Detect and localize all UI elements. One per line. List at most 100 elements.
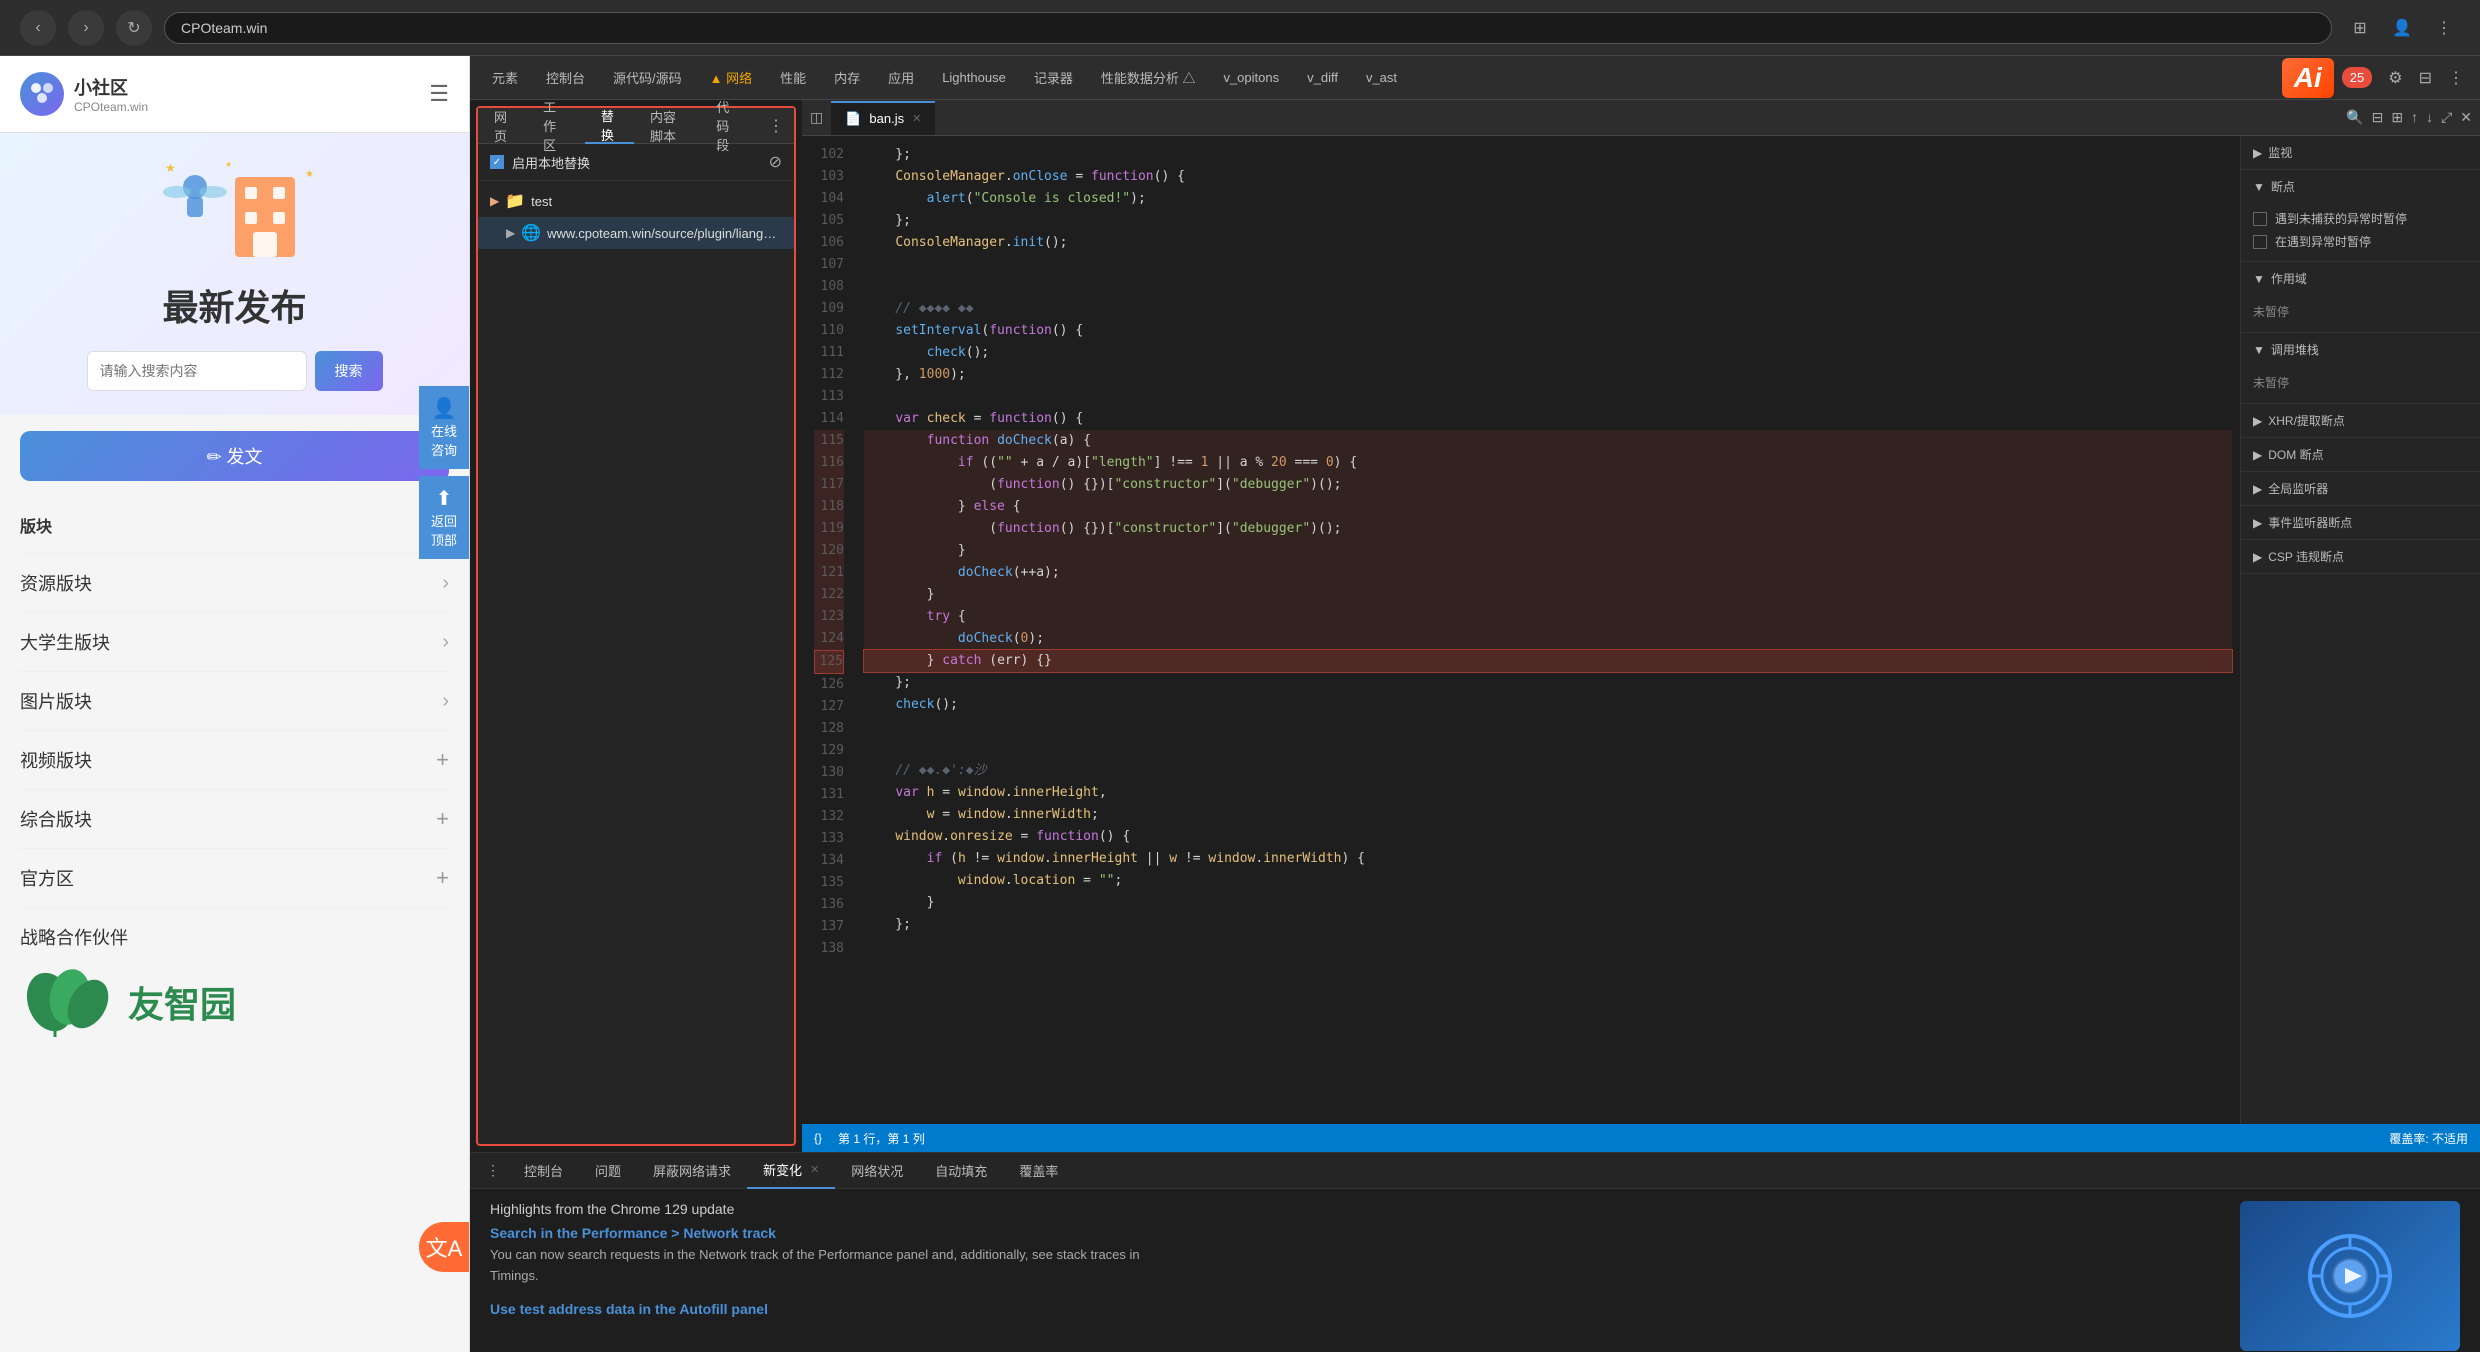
- search-performance-text: Search in the Performance > Network trac…: [490, 1225, 776, 1241]
- search-button[interactable]: 搜索: [315, 351, 383, 391]
- editor-tab-label: ban.js: [869, 111, 904, 126]
- tab-issues[interactable]: 问题: [579, 1153, 637, 1189]
- tab-lighthouse[interactable]: Lighthouse: [928, 60, 1020, 96]
- devtools-panel: 元素 控制台 源代码/源码 ▲ 网络 性能 内存 应用 Lighthouse 记…: [470, 56, 2480, 1352]
- tree-folder-label: test: [531, 194, 552, 209]
- close-icon[interactable]: ✕: [2460, 109, 2472, 126]
- tree-folder-test[interactable]: ▶ 📁 test: [478, 185, 794, 217]
- nav-item-label: 大学生版块: [20, 629, 110, 655]
- extension-btn[interactable]: ⊞: [2344, 12, 2376, 44]
- split-right-icon[interactable]: ⊞: [2391, 109, 2403, 126]
- back-button[interactable]: ‹: [20, 10, 56, 46]
- callstack-header[interactable]: ▼ 调用堆栈: [2241, 333, 2480, 366]
- tab-v-options[interactable]: v_opitons: [1209, 60, 1293, 96]
- scope-label: 作用域: [2271, 270, 2307, 287]
- nav-item-college[interactable]: 大学生版块 ›: [20, 613, 449, 672]
- hamburger-menu[interactable]: ☰: [429, 81, 449, 107]
- tab-elements[interactable]: 元素: [478, 60, 532, 96]
- tab-network-conditions[interactable]: 网络状况: [835, 1153, 919, 1189]
- scope-header[interactable]: ▼ 作用域: [2241, 262, 2480, 295]
- forward-button[interactable]: ›: [68, 10, 104, 46]
- split-left-icon[interactable]: ⊟: [2372, 109, 2384, 126]
- search-code-icon[interactable]: 🔍: [2346, 109, 2363, 126]
- code-line: }: [864, 540, 2232, 562]
- tab-source[interactable]: 源代码/源码: [599, 60, 696, 96]
- site-logo: 小社区 CPOteam.win: [20, 72, 148, 116]
- tab-network[interactable]: ▲ 网络: [696, 60, 766, 96]
- nav-item-misc[interactable]: 综合版块 +: [20, 790, 449, 849]
- code-line: // ◆◆◆◆ ◆◆: [864, 298, 2232, 320]
- partner-logo: 友智园: [20, 962, 449, 1042]
- scope-section: ▼ 作用域 未暂停: [2241, 262, 2480, 333]
- tab-console[interactable]: 控制台: [532, 60, 599, 96]
- xhr-header[interactable]: ▶ XHR/提取断点: [2241, 404, 2480, 437]
- exception-checkbox[interactable]: [2253, 235, 2267, 249]
- tab-changes-close[interactable]: ✕: [810, 1163, 819, 1176]
- tab-autofill[interactable]: 自动填充: [919, 1153, 1003, 1189]
- bottom-tabs: ⋮ 控制台 问题 屏蔽网络请求 新变化 ✕ 网络状况 自动填充 覆盖率: [470, 1153, 2480, 1189]
- more-tools-icon[interactable]: ⋮: [2440, 68, 2472, 88]
- nav-item-label: 图片版块: [20, 688, 92, 714]
- editor-tab-banjs[interactable]: 📄 ban.js ✕: [831, 101, 935, 135]
- nav-item-bankai[interactable]: 版块: [20, 497, 449, 554]
- tab-v-diff[interactable]: v_diff: [1293, 60, 1352, 96]
- nav-item-official[interactable]: 官方区 +: [20, 849, 449, 908]
- tab-recorder[interactable]: 记录器: [1020, 60, 1087, 96]
- tab-performance-insights[interactable]: 性能数据分析 △: [1087, 60, 1210, 96]
- ai-badge[interactable]: Ai: [2282, 58, 2334, 98]
- translate-btn[interactable]: 文A: [419, 1222, 469, 1272]
- tab-content-script[interactable]: 内容脚本: [634, 108, 700, 144]
- tab-replace[interactable]: 替换: [585, 108, 634, 144]
- tab-block-requests[interactable]: 屏蔽网络请求: [637, 1153, 747, 1189]
- tab-application[interactable]: 应用: [874, 60, 928, 96]
- code-line: [864, 386, 2232, 408]
- global-listeners-header[interactable]: ▶ 全局监听器: [2241, 472, 2480, 505]
- tab-changes[interactable]: 新变化 ✕: [747, 1153, 835, 1189]
- csp-header[interactable]: ▶ CSP 违规断点: [2241, 540, 2480, 573]
- tab-snippet[interactable]: 代码段: [700, 108, 758, 144]
- tab-performance[interactable]: 性能: [766, 60, 820, 96]
- autofill-link[interactable]: Use test address data in the Autofill pa…: [490, 1301, 2460, 1317]
- nav-item-resource[interactable]: 资源版块 ›: [20, 554, 449, 613]
- url-bar[interactable]: CPOteam.win: [164, 12, 2332, 44]
- source-more-btn[interactable]: ⋮: [758, 116, 794, 136]
- local-replace-checkbox[interactable]: ✓: [490, 155, 504, 169]
- editor-tab-close[interactable]: ✕: [912, 112, 921, 125]
- code-line: ConsoleManager.onClose = function() {: [864, 166, 2232, 188]
- settings-icon[interactable]: ⚙: [2380, 68, 2410, 88]
- event-listeners-header[interactable]: ▶ 事件监听器断点: [2241, 506, 2480, 539]
- breakpoints-section: ▼ 断点 遇到未捕获的异常时暂停: [2241, 170, 2480, 262]
- watch-header[interactable]: ▶ 监视: [2241, 136, 2480, 169]
- nav-item-video[interactable]: 视频版块 +: [20, 731, 449, 790]
- tree-file-item[interactable]: ▶ 🌐 www.cpoteam.win/source/plugin/liangz…: [478, 217, 794, 249]
- arrow-down-icon[interactable]: ↓: [2426, 109, 2433, 126]
- tab-webpage[interactable]: 网页: [478, 108, 527, 144]
- profile-btn[interactable]: 👤: [2386, 12, 2418, 44]
- top-float-btn[interactable]: ⬆ 返回顶部: [419, 476, 469, 559]
- more-btn[interactable]: ⋮: [2428, 12, 2460, 44]
- breakpoints-header[interactable]: ▼ 断点: [2241, 170, 2480, 203]
- panel-icon[interactable]: ◫: [810, 109, 823, 126]
- thumbnail-graphic: [2300, 1226, 2400, 1326]
- uncaught-checkbox[interactable]: [2253, 212, 2267, 226]
- arrow-up-icon[interactable]: ↑: [2411, 109, 2418, 126]
- bottom-more-btn[interactable]: ⋮: [478, 1162, 508, 1179]
- tab-memory[interactable]: 内存: [820, 60, 874, 96]
- nav-item-image[interactable]: 图片版块 ›: [20, 672, 449, 731]
- network-track-link[interactable]: Search in the Performance > Network trac…: [490, 1225, 2460, 1241]
- tab-coverage[interactable]: 覆盖率: [1003, 1153, 1074, 1189]
- dom-header[interactable]: ▶ DOM 断点: [2241, 438, 2480, 471]
- tab-workspace[interactable]: 工作区: [527, 108, 585, 144]
- watch-arrow: ▶: [2253, 146, 2262, 160]
- tab-console-bottom[interactable]: 控制台: [508, 1153, 579, 1189]
- website-panel: 小社区 CPOteam.win ☰: [0, 56, 470, 1352]
- search-input[interactable]: [87, 351, 307, 391]
- maximize-icon[interactable]: ⤢: [2441, 109, 2452, 126]
- post-button[interactable]: ✏ 发文: [20, 431, 449, 481]
- refresh-button[interactable]: ↻: [116, 10, 152, 46]
- dock-icon[interactable]: ⊟: [2411, 68, 2440, 88]
- clear-replacements-btn[interactable]: ⊘: [769, 152, 782, 172]
- tab-v-ast[interactable]: v_ast: [1352, 60, 1411, 96]
- code-line: alert("Console is closed!");: [864, 188, 2232, 210]
- consult-float-btn[interactable]: 👤 在线咨询: [419, 386, 469, 469]
